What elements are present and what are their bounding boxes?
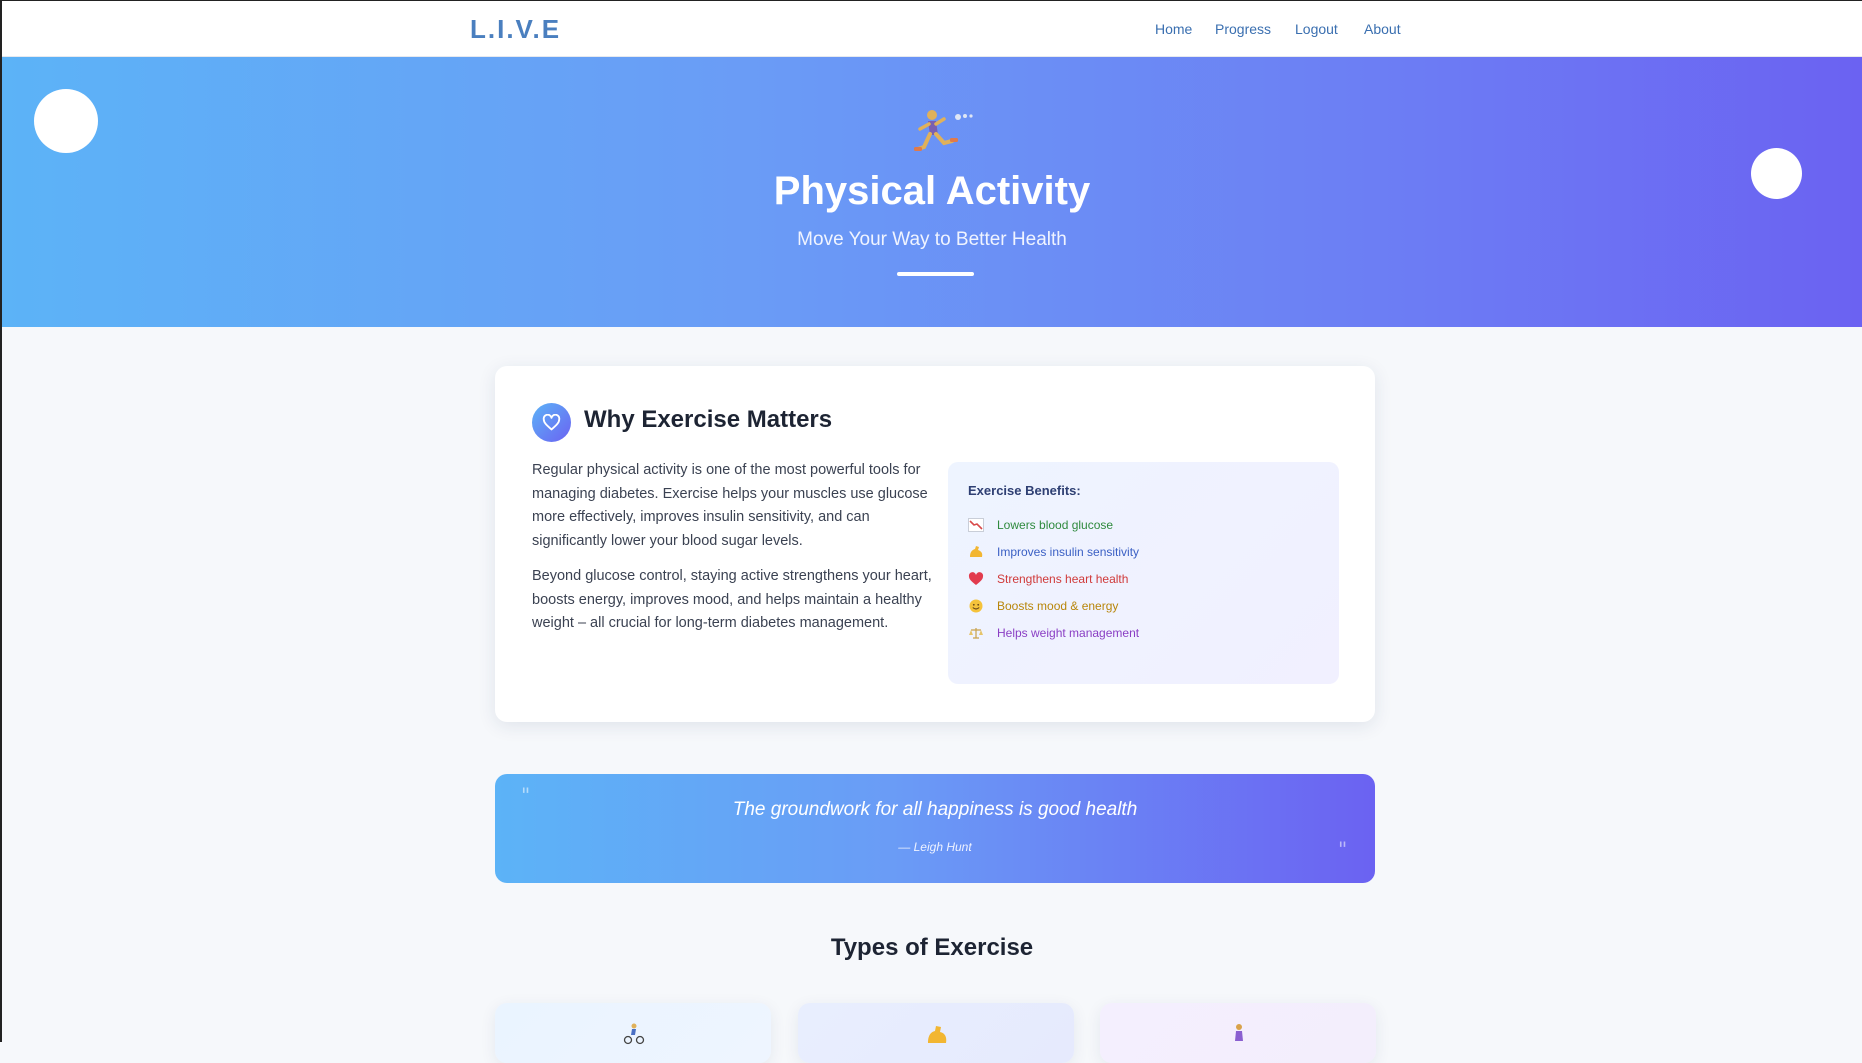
close-quote-icon: " [1338, 837, 1348, 861]
exercise-type-card[interactable] [798, 1003, 1074, 1063]
benefit-label: Helps weight management [997, 626, 1140, 640]
runner-icon [914, 110, 973, 151]
red-heart-icon [968, 572, 984, 585]
nav-link-about[interactable]: About [1364, 21, 1401, 37]
paragraph: Beyond glucose control, staying active s… [532, 568, 932, 631]
smiling-face-icon [969, 599, 983, 613]
hero-banner: Physical Activity Move Your Way to Bette… [2, 57, 1862, 327]
top-navbar: L.I.V.E Home Progress Logout About [2, 0, 1862, 57]
section-heading: Why Exercise Matters [584, 406, 833, 433]
balance-scale-icon [969, 628, 983, 639]
why-exercise-card: Why Exercise Matters Regular physical ac… [495, 366, 1375, 722]
site-logo[interactable]: L.I.V.E [470, 14, 561, 45]
exercise-type-card[interactable] [495, 1003, 771, 1063]
nav-link-progress[interactable]: Progress [1215, 21, 1271, 37]
paragraph: Regular physical activity is one of the … [532, 462, 928, 549]
quote-banner: " The groundwork for all happiness is go… [495, 774, 1375, 883]
page-subtitle: Move Your Way to Better Health [797, 229, 1067, 250]
benefit-label: Boosts mood & energy [997, 599, 1119, 613]
benefits-panel: Exercise Benefits: Lowers blood glucose … [948, 462, 1339, 684]
types-of-exercise-heading: Types of Exercise [830, 934, 1034, 961]
chart-decreasing-icon [968, 518, 984, 532]
flexed-biceps-icon [970, 546, 983, 557]
benefit-label: Strengthens heart health [997, 572, 1129, 586]
quote-text: The groundwork for all happiness is good… [732, 799, 1138, 820]
title-underline [897, 272, 974, 276]
benefit-label: Improves insulin sensitivity [997, 545, 1140, 559]
nav-link-logout[interactable]: Logout [1295, 21, 1338, 37]
quote-author: — Leigh Hunt [898, 840, 972, 854]
decorative-bubble [34, 89, 98, 153]
benefit-label: Lowers blood glucose [997, 518, 1114, 532]
benefits-title: Exercise Benefits: [968, 483, 1081, 498]
page-title: Physical Activity [773, 169, 1091, 213]
heart-icon [532, 403, 571, 442]
exercise-type-card[interactable] [1100, 1003, 1376, 1063]
nav-link-home[interactable]: Home [1155, 21, 1192, 37]
why-exercise-text: Regular physical activity is one of the … [532, 459, 932, 648]
